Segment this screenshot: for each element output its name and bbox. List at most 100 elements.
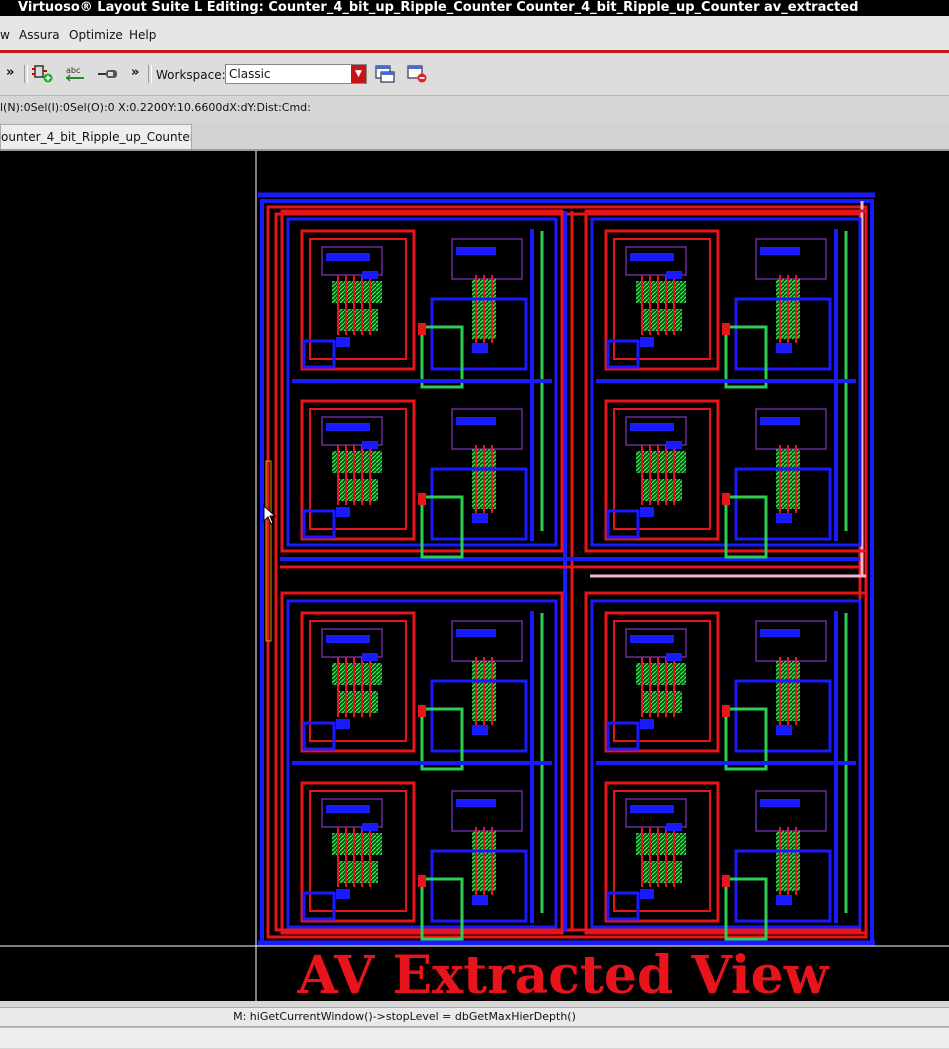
command-text: M: hiGetCurrentWindow()->stopLevel = dbG…: [233, 1010, 576, 1023]
selection-status: l(N):0Sel(I):0Sel(O):0 X:0.2200Y:10.6600…: [0, 96, 949, 120]
contact: [362, 271, 378, 279]
via: [418, 493, 426, 505]
tab-layout-view[interactable]: ounter_4_bit_Ripple_up_Counter: [0, 124, 192, 149]
contact: [776, 513, 792, 523]
metal1-route: [606, 509, 640, 539]
toolbar-separator: [148, 65, 152, 83]
toolbar-overflow-right[interactable]: »: [131, 65, 139, 80]
contact: [362, 823, 378, 831]
diffusion-region: [642, 861, 682, 883]
save-workspace-icon[interactable]: [374, 64, 396, 84]
menu-help[interactable]: Help: [129, 28, 156, 42]
contact: [472, 725, 488, 735]
metal1-route: [606, 891, 640, 921]
metal1-shape: [456, 799, 496, 807]
well-outline: [451, 620, 523, 662]
contact: [776, 343, 792, 353]
toolbar: » abc » Workspace: Classic ▼: [0, 53, 949, 96]
contact: [336, 889, 350, 899]
diffusion-region: [642, 691, 682, 713]
contact: [776, 725, 792, 735]
menu-bar: w Assura Optimize Help: [0, 16, 949, 53]
metal1-shape: [760, 247, 800, 255]
via: [418, 875, 426, 887]
metal1-route: [302, 339, 336, 369]
contact: [336, 507, 350, 517]
metal1-route: [302, 509, 336, 539]
contact: [472, 343, 488, 353]
diffusion-region: [338, 691, 378, 713]
via: [722, 493, 730, 505]
workspace-label: Workspace:: [156, 68, 226, 82]
create-instance-icon[interactable]: [32, 64, 54, 84]
metal1-shape: [630, 253, 674, 261]
diffusion-region: [642, 309, 682, 331]
diffusion-region: [642, 479, 682, 501]
contact: [336, 719, 350, 729]
contact: [666, 271, 682, 279]
status-text: l(N):0Sel(I):0Sel(O):0 X:0.2200Y:10.6600…: [0, 101, 311, 114]
workspace-select[interactable]: Classic ▼: [225, 64, 367, 84]
command-input[interactable]: [0, 1027, 949, 1048]
menu-window[interactable]: w: [0, 28, 10, 42]
metal2-route: [724, 325, 768, 389]
contact: [472, 895, 488, 905]
contact: [472, 513, 488, 523]
well-outline: [755, 408, 827, 450]
menu-assura[interactable]: Assura: [19, 28, 60, 42]
toolbar-separator: [24, 65, 28, 83]
diffusion-region: [332, 451, 382, 473]
well-outline: [451, 408, 523, 450]
contact: [776, 895, 792, 905]
metal1-shape: [630, 423, 674, 431]
diffusion-region: [338, 861, 378, 883]
metal1-shape: [630, 805, 674, 813]
layout-drawing: AV Extracted View: [0, 151, 949, 1001]
metal1-shape: [326, 805, 370, 813]
contact: [640, 507, 654, 517]
via: [418, 323, 426, 335]
diffusion-region: [338, 479, 378, 501]
via: [722, 323, 730, 335]
well-outline: [755, 238, 827, 280]
via: [418, 705, 426, 717]
metal2-route: [724, 495, 768, 559]
contact: [336, 337, 350, 347]
metal2-route: [420, 707, 464, 771]
window-title-bar: Virtuoso® Layout Suite L Editing: Counte…: [0, 0, 949, 16]
diffusion-region: [636, 281, 686, 303]
well-outline: [451, 790, 523, 832]
contact: [666, 653, 682, 661]
metal2-route: [420, 495, 464, 559]
metal1-shape: [326, 253, 370, 261]
command-prompt: M: hiGetCurrentWindow()->stopLevel = dbG…: [0, 1007, 949, 1027]
contact: [640, 337, 654, 347]
contact: [666, 441, 682, 449]
contact: [362, 653, 378, 661]
chevron-down-icon[interactable]: ▼: [351, 65, 366, 83]
metal1-shape: [760, 629, 800, 637]
toolbar-overflow-left[interactable]: »: [6, 65, 14, 80]
diffusion-region: [332, 281, 382, 303]
metal1-route: [606, 339, 640, 369]
contact: [362, 441, 378, 449]
create-pin-icon[interactable]: [97, 64, 119, 84]
delete-workspace-icon[interactable]: [406, 64, 428, 84]
menu-optimize[interactable]: Optimize: [69, 28, 123, 42]
svg-text:abc: abc: [66, 66, 80, 75]
bottom-panel: M: hiGetCurrentWindow()->stopLevel = dbG…: [0, 1001, 949, 1049]
metal1-shape: [760, 417, 800, 425]
metal1-shape: [630, 635, 674, 643]
create-label-icon[interactable]: abc: [64, 64, 86, 84]
via: [722, 705, 730, 717]
window-title: Virtuoso® Layout Suite L Editing: Counte…: [18, 0, 859, 15]
metal1-shape: [760, 799, 800, 807]
workspace-value: Classic: [229, 67, 271, 81]
metal1-shape: [456, 417, 496, 425]
tab-label: ounter_4_bit_Ripple_up_Counter: [1, 130, 192, 144]
metal1-shape: [456, 629, 496, 637]
metal1-route: [606, 721, 640, 751]
layout-canvas[interactable]: AV Extracted View: [0, 151, 949, 1001]
metal2-route: [420, 325, 464, 389]
contact: [640, 719, 654, 729]
